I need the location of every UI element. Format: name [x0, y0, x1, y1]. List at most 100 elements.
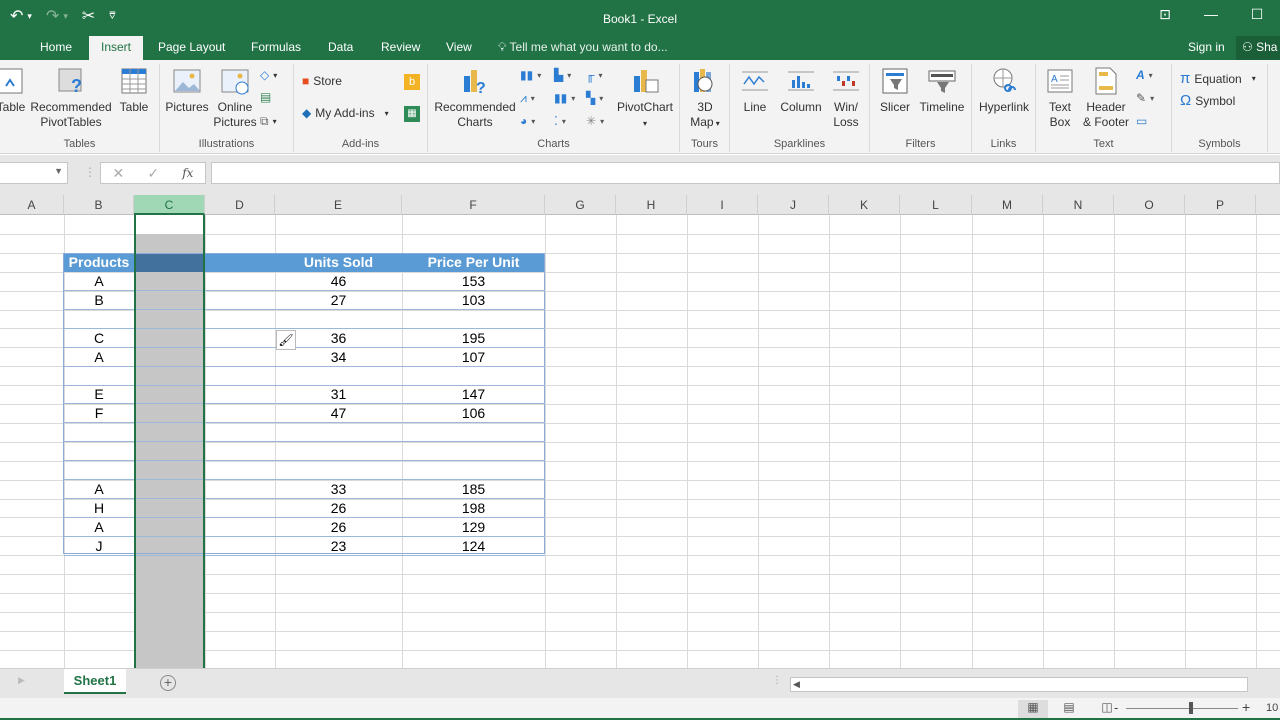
sparkline-column-button[interactable]: Column [776, 66, 826, 115]
sparkline-winloss-button[interactable]: Win/ Loss [826, 66, 866, 130]
radar-chart-button[interactable]: ✳ ▾ [586, 114, 604, 128]
ribbon-display-options-icon[interactable]: ⊡ [1142, 6, 1188, 23]
quick-analysis-icon[interactable]: 🖌︎ [276, 330, 296, 350]
column-header-l[interactable]: L [900, 195, 972, 215]
column-header-a[interactable]: A [0, 195, 64, 215]
smartart-button[interactable]: ▤ [260, 90, 271, 104]
minimize-icon[interactable]: — [1188, 6, 1234, 23]
slicer-button[interactable]: Slicer [876, 66, 914, 115]
horizontal-scrollbar[interactable]: ◀ [790, 677, 1248, 692]
cell-product[interactable] [64, 423, 134, 442]
statistic-chart-button[interactable]: ▮▮ ▾ [554, 91, 575, 105]
cell-price-per-unit[interactable]: 124 [402, 537, 545, 556]
cell-units-sold[interactable]: 31 [275, 385, 402, 404]
cell-price-per-unit[interactable]: 129 [402, 518, 545, 537]
cell-price-per-unit[interactable]: 106 [402, 404, 545, 423]
cell-units-sold[interactable] [275, 423, 402, 442]
cell-units-sold[interactable]: 34 [275, 348, 402, 367]
insert-function-icon[interactable]: fx [182, 166, 193, 180]
page-layout-view-icon[interactable]: ▤ [1054, 700, 1084, 718]
store-button[interactable]: ■ Store [302, 74, 342, 88]
tell-me-search[interactable]: 💡︎ Tell me what you want to do... [498, 36, 668, 58]
hyperlink-button[interactable]: Hyperlink [974, 66, 1034, 115]
column-header-n[interactable]: N [1043, 195, 1114, 215]
equation-button[interactable]: π Equation ▾ [1180, 70, 1256, 87]
enter-icon[interactable]: ✓ [147, 165, 159, 182]
signature-line-button[interactable]: ✎ ▾ [1136, 91, 1154, 105]
shapes-button[interactable]: ◇ ▾ [260, 68, 277, 82]
cell-units-sold[interactable]: 46 [275, 272, 402, 291]
tab-data[interactable]: Data [316, 36, 365, 60]
maximize-icon[interactable]: ☐ [1234, 6, 1280, 23]
cell-units-sold[interactable]: 33 [275, 480, 402, 499]
scrollbar-splitter[interactable]: ⋮ [772, 675, 782, 686]
pivotchart-button[interactable]: PivotChart ▾ [614, 66, 676, 131]
zoom-in-icon[interactable]: + [1242, 699, 1250, 715]
cell-product[interactable]: A [64, 480, 134, 499]
tab-view[interactable]: View [434, 36, 484, 60]
text-box-button[interactable]: A Text Box [1040, 66, 1080, 130]
cell-units-sold[interactable]: 26 [275, 499, 402, 518]
zoom-slider[interactable] [1126, 708, 1238, 709]
cell-price-per-unit[interactable]: 195 [402, 329, 545, 348]
chevron-down-icon[interactable]: ▼ [54, 166, 63, 176]
column-header-g[interactable]: G [545, 195, 616, 215]
screenshot-button[interactable]: ⧉ ▾ [260, 114, 277, 129]
pivottable-button[interactable]: Table [0, 66, 28, 115]
online-pictures-button[interactable]: Online Pictures [212, 66, 258, 130]
timeline-button[interactable]: Timeline [916, 66, 968, 115]
cell-units-sold[interactable] [275, 461, 402, 480]
symbol-button[interactable]: Ω Symbol [1180, 92, 1235, 109]
cell-price-per-unit[interactable]: 107 [402, 348, 545, 367]
tab-file[interactable] [0, 36, 6, 60]
cell-product[interactable]: A [64, 348, 134, 367]
name-box[interactable]: ▼ [0, 162, 68, 184]
cell-price-per-unit[interactable]: 147 [402, 385, 545, 404]
3d-map-button[interactable]: 3D Map ▾ [684, 66, 726, 131]
waterfall-chart-button[interactable]: ╓ ▾ [586, 68, 603, 82]
people-graph-button[interactable]: ▦ [404, 106, 420, 122]
sign-in-link[interactable]: Sign in [1188, 36, 1225, 58]
worksheet-grid[interactable]: Products Units Sold Price Per Unit A 46 15… [0, 215, 1280, 668]
cancel-icon[interactable]: ✕ [113, 165, 125, 182]
recommended-pivottables-button[interactable]: ? Recommended PivotTables [30, 66, 112, 130]
recommended-charts-button[interactable]: ? Recommended Charts [432, 66, 518, 130]
cell-product[interactable] [64, 310, 134, 329]
cell-product[interactable]: A [64, 272, 134, 291]
scatter-chart-button[interactable]: ⁚ ▾ [554, 114, 566, 128]
tab-formulas[interactable]: Formulas [239, 36, 313, 60]
cell-product[interactable] [64, 367, 134, 386]
column-header-e[interactable]: E [275, 195, 402, 215]
cell-price-per-unit[interactable]: 103 [402, 291, 545, 310]
pictures-button[interactable]: Pictures [164, 66, 210, 115]
cell-units-sold[interactable] [275, 442, 402, 461]
sparkline-line-button[interactable]: Line [736, 66, 774, 115]
zoom-level[interactable]: 10 [1266, 702, 1278, 714]
cell-price-per-unit[interactable]: 153 [402, 272, 545, 291]
column-header-k[interactable]: K [829, 195, 900, 215]
cell-units-sold[interactable]: 27 [275, 291, 402, 310]
formula-bar-resize-handle[interactable]: ⋮ [84, 165, 96, 179]
column-header-m[interactable]: M [972, 195, 1043, 215]
object-button[interactable]: ▭ [1136, 114, 1147, 128]
cell-product[interactable]: A [64, 518, 134, 537]
column-header-b[interactable]: B [64, 195, 134, 215]
tab-page-layout[interactable]: Page Layout [146, 36, 237, 60]
formula-input[interactable] [211, 162, 1280, 184]
cell-price-per-unit[interactable] [402, 461, 545, 480]
normal-view-icon[interactable]: ▦ [1018, 700, 1048, 718]
column-header-f[interactable]: F [402, 195, 545, 215]
table-button[interactable]: Table [116, 66, 152, 115]
header-footer-button[interactable]: Header & Footer [1080, 66, 1132, 130]
cell-units-sold[interactable] [275, 310, 402, 329]
cell-price-per-unit[interactable] [402, 423, 545, 442]
bing-maps-button[interactable]: b [404, 74, 420, 90]
column-header-p[interactable]: P [1185, 195, 1256, 215]
pie-chart-button[interactable]: ◕ ▾ [520, 114, 535, 128]
selected-column-c[interactable] [134, 215, 205, 668]
cell-product[interactable]: B [64, 291, 134, 310]
cell-units-sold[interactable]: 26 [275, 518, 402, 537]
cell-price-per-unit[interactable] [402, 367, 545, 386]
column-header-c[interactable]: C [134, 195, 205, 215]
cell-product[interactable]: C [64, 329, 134, 348]
